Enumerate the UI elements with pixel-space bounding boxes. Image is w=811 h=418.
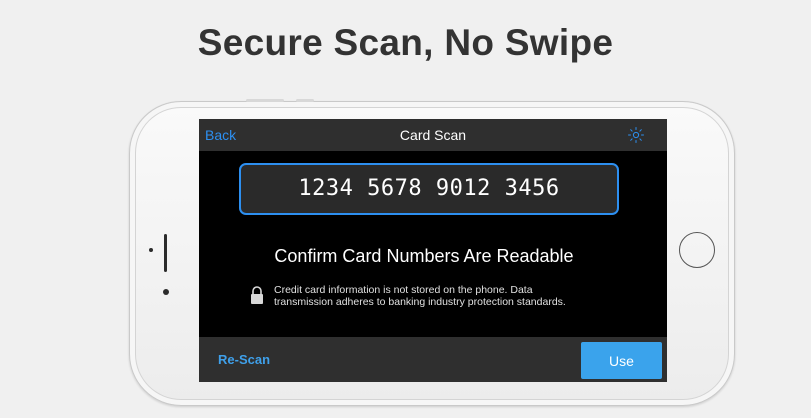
phone-screen: Back Card Scan 1234 5678 9012 3456 Confi… bbox=[199, 119, 667, 382]
phone-sensor bbox=[149, 248, 153, 252]
phone-power-button bbox=[296, 99, 314, 102]
page-headline: Secure Scan, No Swipe bbox=[197, 22, 614, 63]
use-button[interactable]: Use bbox=[581, 342, 662, 379]
lock-icon bbox=[250, 285, 264, 305]
rescan-button[interactable]: Re-Scan bbox=[218, 352, 270, 367]
screen-title: Card Scan bbox=[399, 127, 467, 143]
phone-volume-button bbox=[246, 99, 284, 102]
card-number-field[interactable]: 1234 5678 9012 3456 bbox=[239, 163, 619, 215]
phone-camera bbox=[163, 289, 169, 295]
confirm-heading: Confirm Card Numbers Are Readable bbox=[274, 246, 574, 266]
disclaimer-line-1: Credit card information is not stored on… bbox=[274, 284, 533, 296]
navigation-bar: Back Card Scan bbox=[199, 119, 667, 151]
disclaimer-line-2: transmission adheres to banking industry… bbox=[274, 296, 566, 308]
bottom-action-bar: Re-Scan Use bbox=[199, 337, 667, 382]
brightness-icon[interactable] bbox=[627, 126, 645, 144]
phone-home-button[interactable] bbox=[679, 232, 715, 268]
phone-speaker bbox=[164, 234, 167, 272]
security-disclaimer: Credit card information is not stored on… bbox=[274, 284, 604, 308]
